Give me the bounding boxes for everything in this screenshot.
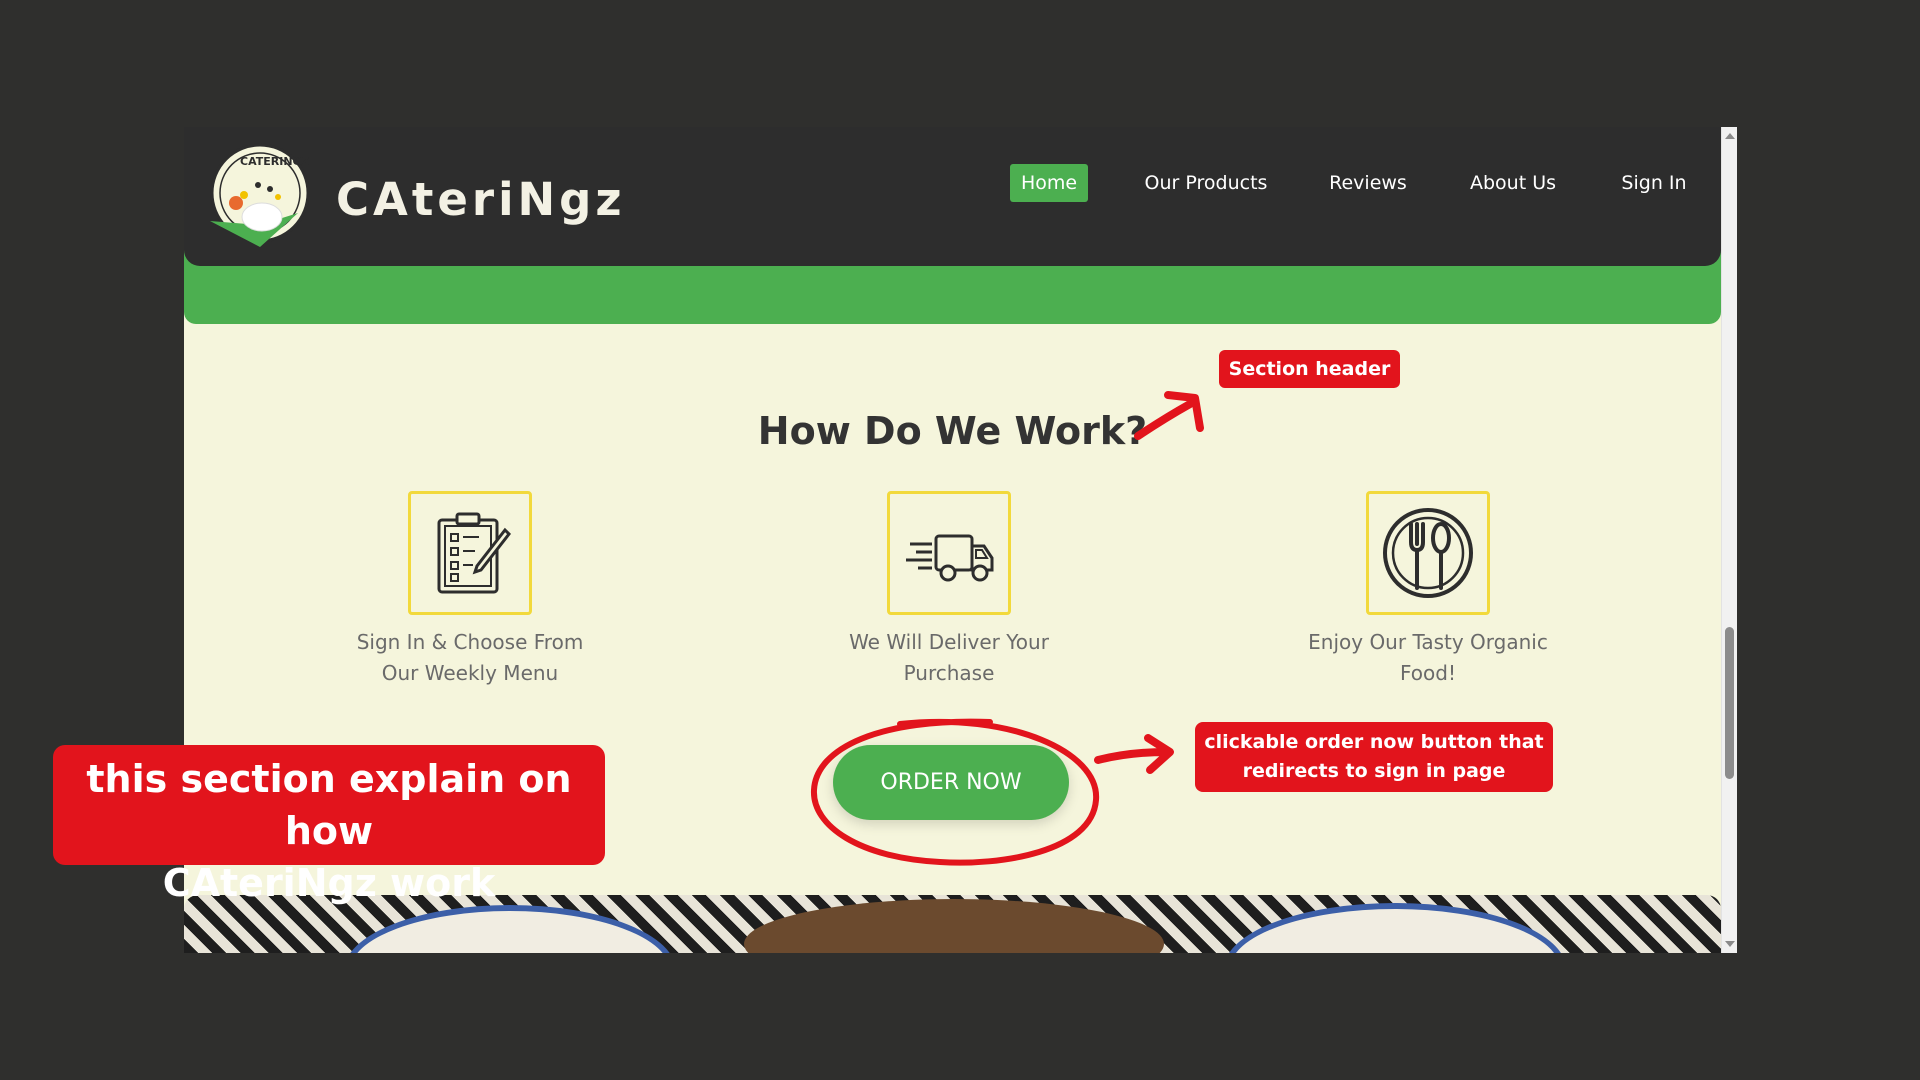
nav-home[interactable]: Home — [1010, 164, 1088, 202]
step-caption-2-line2: Purchase — [903, 661, 995, 685]
annotation-explain-line2: CAteriNgz work — [162, 861, 496, 905]
delivery-truck-icon — [906, 534, 994, 582]
annotation-order-line1: clickable order now button that — [1204, 731, 1544, 753]
nav-reviews[interactable]: Reviews — [1322, 164, 1414, 202]
annotation-section-header: Section header — [1219, 350, 1400, 388]
annotation-order-line2: redirects to sign in page — [1242, 760, 1506, 782]
step-caption-1-line1: Sign In & Choose From — [356, 630, 584, 654]
navbar: CATERINGZ CAteriNgz Home Our Products Re… — [184, 127, 1721, 266]
step-caption-2-line1: We Will Deliver Your — [849, 630, 1049, 654]
step-caption-3-line1: Enjoy Our Tasty Organic — [1308, 630, 1548, 654]
order-now-button[interactable]: ORDER NOW — [833, 745, 1069, 820]
annotation-explain-line1: this section explain on how — [86, 757, 572, 853]
brand-name[interactable]: CAteriNgz — [336, 173, 626, 226]
step-icon-box-2 — [887, 491, 1011, 615]
logo-text: CATERINGZ — [240, 155, 310, 168]
step-caption-3-line2: Food! — [1400, 661, 1456, 685]
logo-icon[interactable]: CATERINGZ — [200, 141, 312, 253]
step-caption-1-line2: Our Weekly Menu — [381, 661, 559, 685]
scrollbar-thumb[interactable] — [1725, 627, 1734, 779]
plate-cutlery-icon — [1383, 508, 1473, 598]
step-icon-box-3 — [1366, 491, 1490, 615]
step-caption-1: Sign In & Choose From Our Weekly Menu — [310, 627, 630, 689]
section-title: How Do We Work? — [757, 409, 1148, 453]
vertical-scrollbar[interactable] — [1721, 127, 1737, 953]
step-caption-3: Enjoy Our Tasty Organic Food! — [1268, 627, 1588, 689]
annotation-order-button-note: clickable order now button that redirect… — [1195, 722, 1553, 792]
nav-sign-in[interactable]: Sign In — [1612, 164, 1696, 202]
scroll-up-icon[interactable] — [1725, 133, 1735, 139]
step-caption-2: We Will Deliver Your Purchase — [789, 627, 1109, 689]
scroll-down-icon[interactable] — [1725, 941, 1735, 947]
nav-about-us[interactable]: About Us — [1460, 164, 1566, 202]
nav-our-products[interactable]: Our Products — [1136, 164, 1276, 202]
annotation-section-explanation: this section explain on how CAteriNgz wo… — [53, 745, 605, 905]
checklist-icon — [437, 512, 511, 594]
step-icon-box-1 — [408, 491, 532, 615]
